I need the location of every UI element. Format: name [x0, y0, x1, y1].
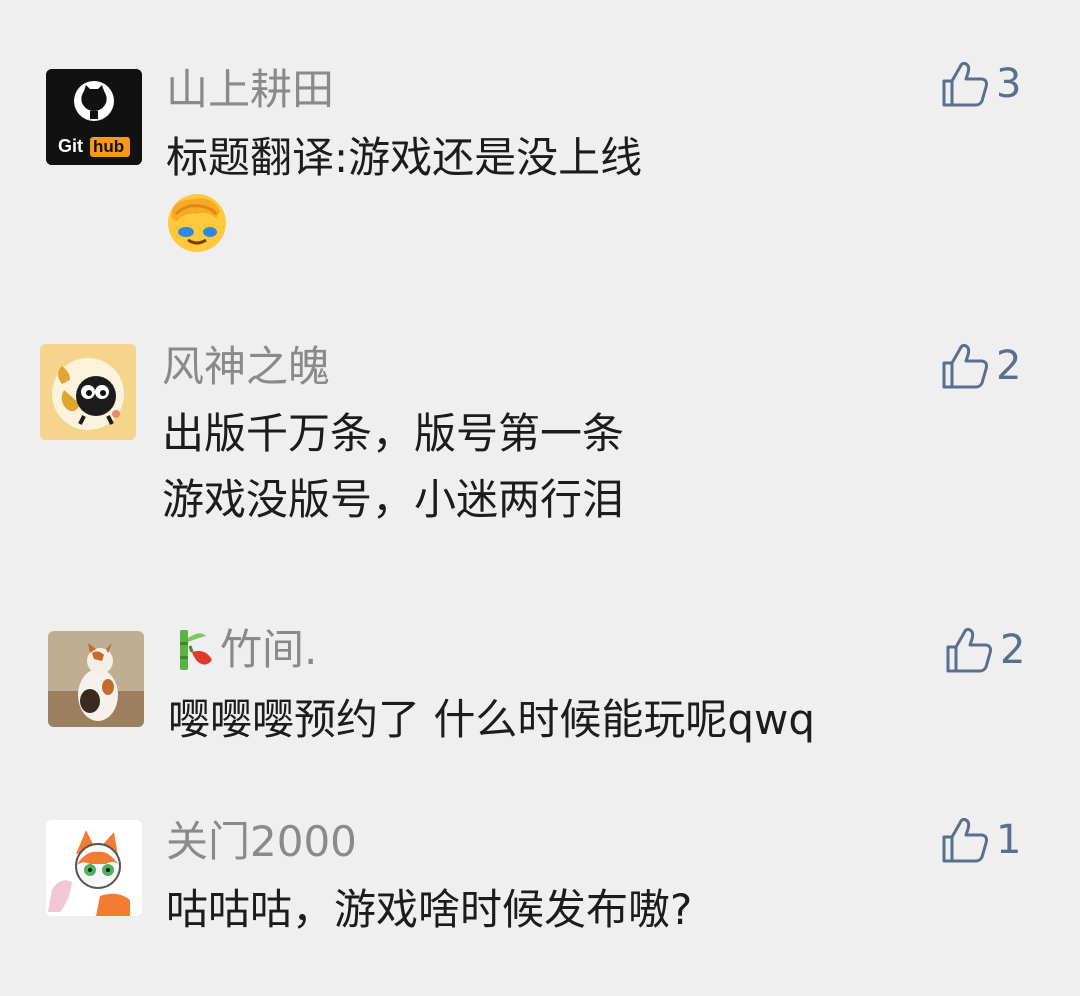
- comment-text: 标题翻译:游戏还是没上线: [166, 133, 643, 182]
- like-count: 2: [996, 343, 1022, 389]
- username[interactable]: 关门2000: [166, 818, 357, 866]
- username-text: 竹间.: [220, 625, 318, 674]
- avatar[interactable]: Git hub: [46, 69, 142, 165]
- like-count: 3: [996, 61, 1022, 107]
- like-count: 2: [1000, 627, 1026, 673]
- username[interactable]: 竹间.: [172, 626, 317, 674]
- avatar[interactable]: [46, 820, 142, 916]
- like-button[interactable]: 3: [940, 56, 1021, 112]
- svg-text:hub: hub: [93, 137, 124, 156]
- avatar[interactable]: [40, 344, 136, 440]
- facepalm-crying-emoji: [166, 192, 228, 254]
- bamboo-chili-emoji: [172, 626, 216, 674]
- avatar[interactable]: [48, 631, 144, 727]
- like-button[interactable]: 2: [944, 622, 1025, 678]
- thumbs-up-icon: [942, 61, 988, 107]
- like-count: 1: [996, 817, 1022, 863]
- thumbs-up-icon: [942, 343, 988, 389]
- svg-text:Git: Git: [58, 136, 83, 156]
- comment-text: 出版千万条，版号第一条: [162, 409, 625, 458]
- comment-text: 嘤嘤嘤预约了 什么时候能玩呢qwq: [168, 695, 816, 744]
- username[interactable]: 山上耕田: [166, 66, 334, 114]
- thumbs-up-icon: [942, 817, 988, 863]
- comment-text: 游戏没版号，小迷两行泪: [162, 475, 625, 524]
- like-button[interactable]: 1: [940, 812, 1021, 868]
- username[interactable]: 风神之魄: [162, 343, 330, 391]
- like-button[interactable]: 2: [940, 338, 1021, 394]
- thumbs-up-icon: [946, 627, 992, 673]
- comment-text: 咕咕咕，游戏啥时候发布嗷?: [166, 885, 693, 934]
